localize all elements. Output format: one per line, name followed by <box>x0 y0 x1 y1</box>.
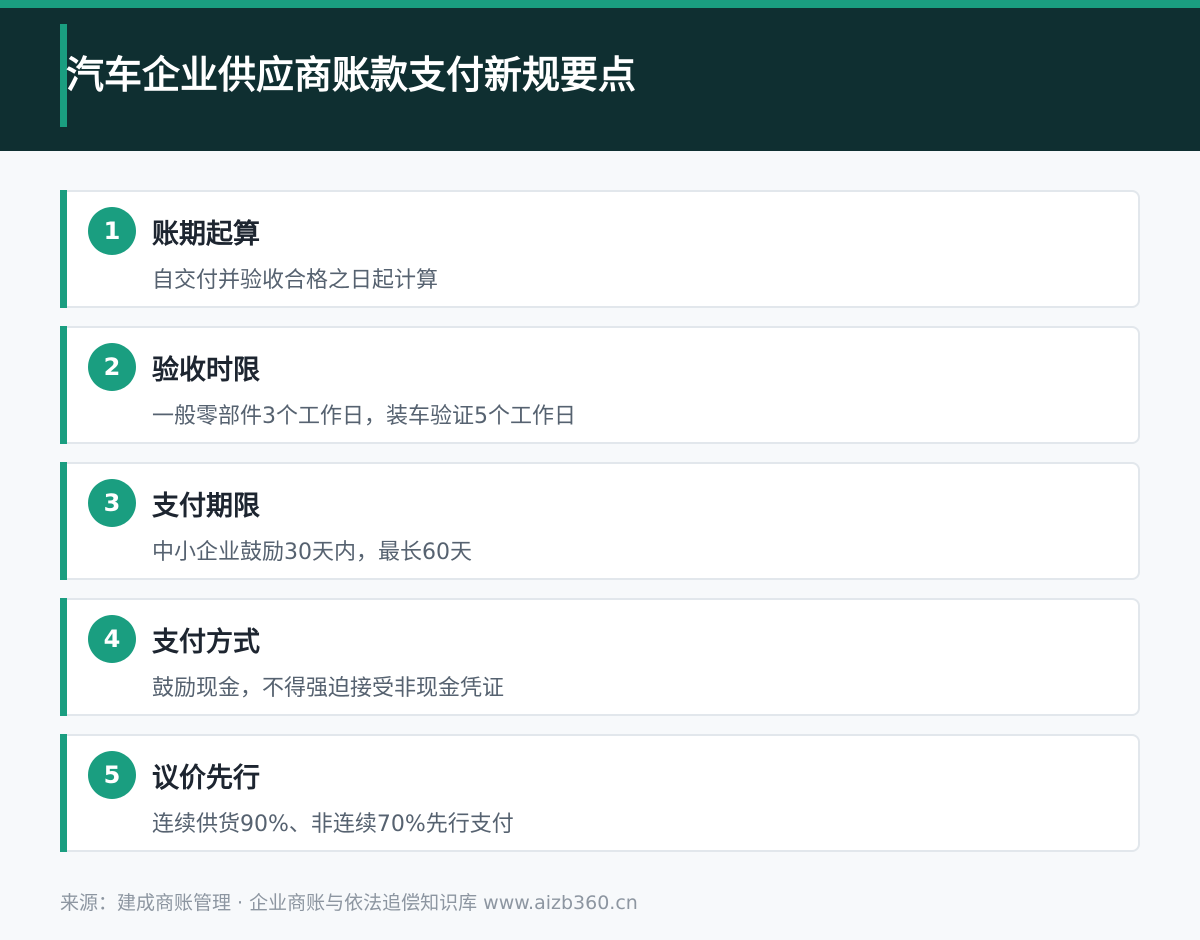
card-accent-bar <box>60 462 67 580</box>
card-title: 支付期限 <box>152 491 260 522</box>
key-point-card-2: 2 验收时限 一般零部件3个工作日，装车验证5个工作日 <box>60 326 1140 444</box>
number-badge: 4 <box>88 615 136 663</box>
card-description: 自交付并验收合格之日起计算 <box>152 268 439 293</box>
card-accent-bar <box>60 734 67 852</box>
number-badge: 1 <box>88 207 136 255</box>
key-points-list: 1 账期起算 自交付并验收合格之日起计算 2 验收时限 一般零部件3个工作日，装… <box>60 190 1140 870</box>
number-badge: 3 <box>88 479 136 527</box>
number-badge: 2 <box>88 343 136 391</box>
key-point-card-3: 3 支付期限 中小企业鼓励30天内，最长60天 <box>60 462 1140 580</box>
number-badge: 5 <box>88 751 136 799</box>
key-point-card-4: 4 支付方式 鼓励现金，不得强迫接受非现金凭证 <box>60 598 1140 716</box>
header-top-stripe <box>0 0 1200 8</box>
header-banner: 汽车企业供应商账款支付新规要点 <box>0 0 1200 151</box>
page: 汽车企业供应商账款支付新规要点 1 账期起算 自交付并验收合格之日起计算 2 验… <box>0 0 1200 940</box>
key-point-card-1: 1 账期起算 自交付并验收合格之日起计算 <box>60 190 1140 308</box>
source-footer: 来源：建成商账管理 · 企业商账与依法追偿知识库 www.aizb360.cn <box>60 892 638 914</box>
card-accent-bar <box>60 190 67 308</box>
card-title: 议价先行 <box>152 763 260 794</box>
card-accent-bar <box>60 326 67 444</box>
card-description: 中小企业鼓励30天内，最长60天 <box>152 540 472 565</box>
page-title: 汽车企业供应商账款支付新规要点 <box>66 53 637 97</box>
key-point-card-5: 5 议价先行 连续供货90%、非连续70%先行支付 <box>60 734 1140 852</box>
card-description: 鼓励现金，不得强迫接受非现金凭证 <box>152 676 505 701</box>
card-description: 一般零部件3个工作日，装车验证5个工作日 <box>152 404 576 429</box>
card-description: 连续供货90%、非连续70%先行支付 <box>152 812 514 837</box>
card-title: 验收时限 <box>152 355 260 386</box>
card-accent-bar <box>60 598 67 716</box>
card-title: 账期起算 <box>152 219 260 250</box>
card-title: 支付方式 <box>152 627 260 658</box>
